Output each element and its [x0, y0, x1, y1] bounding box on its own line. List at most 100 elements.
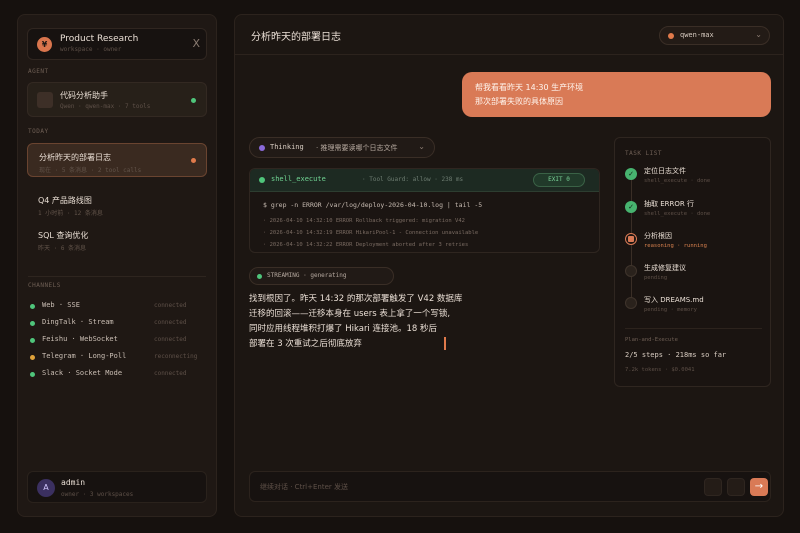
channel-name: Slack · Socket Mode: [42, 369, 123, 377]
task-meta: pending · memory: [644, 307, 697, 313]
task-meta: reasoning · running: [644, 243, 707, 249]
task-title: 定位日志文件: [644, 167, 686, 175]
divider: [28, 276, 206, 277]
user-message-line: 帮我看看昨天 14:30 生产环境: [475, 83, 584, 92]
agent-card[interactable]: 代码分析助手 Qwen · qwen-max · 7 tools: [27, 82, 207, 117]
tool-command: $ grep -n ERROR /var/log/deploy-2026-04-…: [263, 201, 483, 209]
channel-status: reconnecting: [154, 353, 198, 360]
thinking-dot: [259, 145, 265, 151]
user-meta: owner · 3 workspaces: [61, 491, 134, 498]
plan-label: Plan-and-Execute: [625, 337, 678, 343]
conversation-meta: 昨天 · 6 条消息: [38, 245, 87, 252]
exit-code-badge: EXIT 0: [533, 173, 585, 187]
check-icon: ✓: [625, 168, 637, 180]
channel-status: connected: [154, 336, 187, 343]
agent-section-label: AGENT: [28, 68, 49, 75]
running-icon: [625, 233, 637, 245]
workspace-logo-icon: ¥: [37, 37, 52, 52]
channel-telegram[interactable]: Telegram · Long-Poll reconnecting: [28, 352, 206, 364]
chat-panel: 分析昨天的部署日志 qwen-max ⌄ 帮我看看昨天 14:30 生产环境 那…: [234, 14, 784, 517]
tool-meta: · Tool Guard: allow · 238 ms: [362, 176, 464, 183]
channel-name: Web · SSE: [42, 301, 80, 309]
typing-cursor: [444, 337, 446, 350]
task-title: 分析根因: [644, 232, 672, 240]
conversation-meta: 现在 · 5 条消息 · 2 tool calls: [39, 167, 142, 174]
plan-meta: 7.2k tokens · $0.0041: [625, 367, 695, 373]
task-list-title: TASK LIST: [625, 150, 663, 157]
streaming-dot: [257, 274, 262, 279]
task-meta: shell_execute · done: [644, 211, 711, 217]
check-icon: ✓: [625, 201, 637, 213]
streaming-label: STREAMING · generating: [267, 272, 347, 279]
task-meta: shell_execute · done: [644, 178, 711, 184]
conversation-item-active[interactable]: 分析昨天的部署日志 现在 · 5 条消息 · 2 tool calls: [27, 143, 207, 177]
tool-output-line: · 2026-04-10 14:32:22 ERROR Deployment a…: [263, 242, 469, 248]
user-card[interactable]: A admin owner · 3 workspaces: [27, 471, 207, 503]
task-title: 抽取 ERROR 行: [644, 200, 694, 208]
answer-line: 部署在 3 次重试之后彻底放弃: [249, 339, 362, 349]
pending-icon: [625, 265, 637, 277]
conversation-item[interactable]: SQL 查询优化 昨天 · 6 条消息: [27, 222, 207, 256]
thinking-toggle[interactable]: Thinking · 推理需要读哪个日志文件 ⌄: [249, 137, 435, 158]
send-button[interactable]: →: [750, 478, 768, 496]
conversation-title: Q4 产品路线图: [38, 196, 92, 205]
task-title: 生成修复建议: [644, 264, 686, 272]
tool-name: shell_execute: [271, 175, 326, 183]
sidebar: ¥ Product Research workspace · owner X A…: [17, 14, 217, 517]
conversation-meta: 1 小时前 · 12 条消息: [38, 210, 103, 217]
agent-avatar: [37, 92, 53, 108]
chevron-down-icon: ⌄: [755, 30, 762, 39]
divider: [625, 328, 762, 329]
channel-web[interactable]: Web · SSE connected: [28, 301, 206, 313]
channel-status-dot: [30, 355, 35, 360]
close-icon[interactable]: X: [192, 36, 200, 52]
conversation-title: SQL 查询优化: [38, 231, 89, 240]
tool-call-header: shell_execute · Tool Guard: allow · 238 …: [250, 169, 599, 192]
plan-steps: 2/5 steps · 218ms so far: [625, 351, 727, 359]
channel-status-dot: [30, 338, 35, 343]
channel-status-dot: [30, 321, 35, 326]
channel-name: Telegram · Long-Poll: [42, 352, 127, 360]
channel-name: DingTalk · Stream: [42, 318, 114, 326]
tool-output-line: · 2026-04-10 14:32:19 ERROR HikariPool-1…: [263, 230, 479, 236]
avatar: A: [37, 479, 55, 497]
streaming-status: STREAMING · generating: [249, 267, 394, 285]
channel-feishu[interactable]: Feishu · WebSocket connected: [28, 335, 206, 347]
user-message-line: 那次部署失败的具体原因: [475, 97, 563, 106]
tools-button[interactable]: [727, 478, 745, 496]
answer-line: 同时应用线程堆积打爆了 Hikari 连接池。18 秒后: [249, 324, 438, 334]
answer-line: 找到根因了。昨天 14:32 的那次部署触发了 V42 数据库: [249, 294, 463, 304]
channel-status: connected: [154, 370, 187, 377]
channel-slack[interactable]: Slack · Socket Mode connected: [28, 369, 206, 381]
user-message-bubble: 帮我看看昨天 14:30 生产环境 那次部署失败的具体原因: [462, 72, 771, 117]
task-meta: pending: [644, 275, 668, 281]
thinking-text: · 推理需要读哪个日志文件: [316, 144, 398, 152]
message-input[interactable]: [260, 480, 680, 494]
workspace-name: Product Research: [60, 34, 139, 44]
channel-dingtalk[interactable]: DingTalk · Stream connected: [28, 318, 206, 330]
model-select[interactable]: qwen-max ⌄: [659, 26, 770, 45]
chat-header: 分析昨天的部署日志 qwen-max ⌄: [235, 15, 783, 55]
tool-status-dot: [259, 177, 265, 183]
conversation-title: 分析昨天的部署日志: [39, 153, 111, 162]
channels-section-label: CHANNELS: [28, 282, 61, 289]
tool-call-card[interactable]: shell_execute · Tool Guard: allow · 238 …: [249, 168, 600, 253]
tool-output-line: · 2026-04-10 14:32:10 ERROR Rollback tri…: [263, 218, 465, 224]
model-label: qwen-max: [680, 31, 714, 39]
user-name: admin: [61, 478, 86, 487]
workspace-switcher[interactable]: ¥ Product Research workspace · owner X: [27, 28, 207, 60]
workspace-role: workspace · owner: [60, 46, 122, 53]
composer: →: [249, 471, 771, 502]
channel-name: Feishu · WebSocket: [42, 335, 118, 343]
attach-button[interactable]: [704, 478, 722, 496]
channel-status: connected: [154, 302, 187, 309]
conversation-item[interactable]: Q4 产品路线图 1 小时前 · 12 条消息: [27, 187, 207, 221]
thinking-label: Thinking: [270, 143, 304, 151]
agent-status-dot: [191, 98, 196, 103]
channel-status: connected: [154, 319, 187, 326]
agent-meta: Qwen · qwen-max · 7 tools: [60, 103, 151, 110]
chevron-down-icon: ⌄: [418, 142, 425, 151]
task-title: 写入 DREAMS.md: [644, 296, 704, 304]
task-list-panel: TASK LIST ✓ 定位日志文件 shell_execute · done …: [614, 137, 771, 387]
active-dot: [191, 158, 196, 163]
